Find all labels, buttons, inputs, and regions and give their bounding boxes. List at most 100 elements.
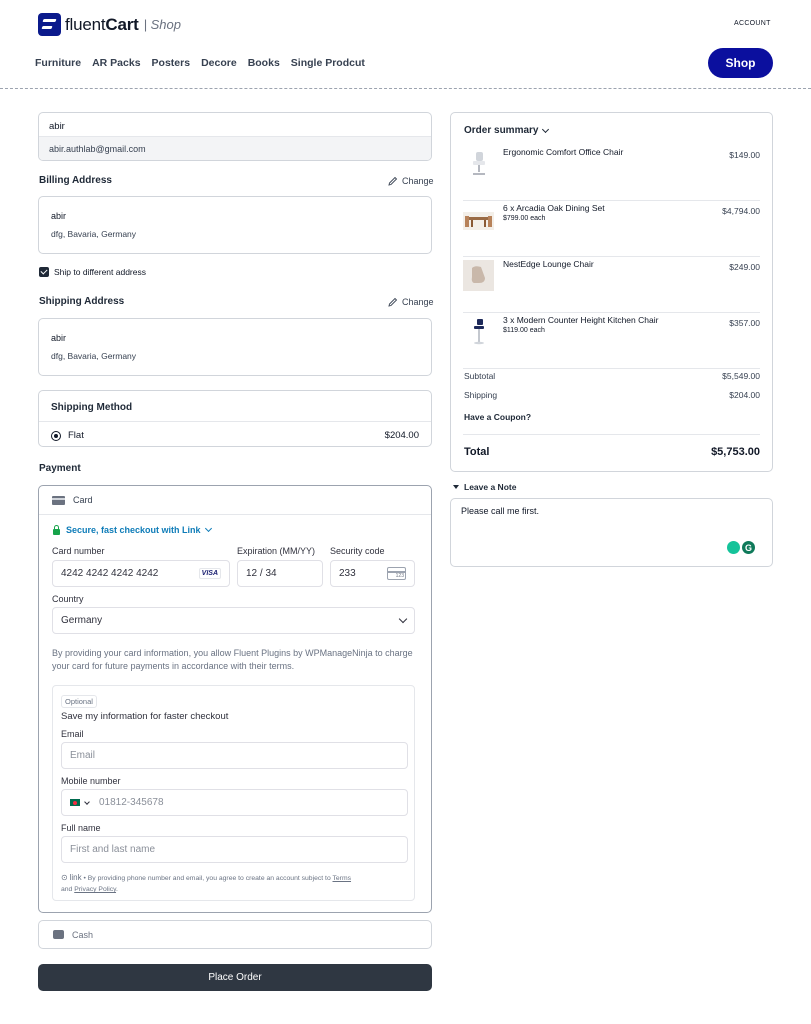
- coupon-link[interactable]: Have a Coupon?: [464, 412, 531, 422]
- chevron-down-icon: [542, 125, 550, 133]
- card-number-label: Card number: [52, 546, 105, 556]
- visa-icon: VISA: [198, 568, 221, 579]
- bangladesh-flag-icon[interactable]: [70, 799, 80, 806]
- billing-change-link[interactable]: Change: [388, 176, 434, 186]
- total-label: Total: [464, 446, 490, 458]
- security-code-input[interactable]: 233: [330, 560, 415, 587]
- chevron-down-icon: [204, 524, 212, 533]
- shipping-address-box[interactable]: abir dfg, Bavaria, Germany: [38, 318, 432, 376]
- subtotal-value: $5,549.00: [722, 371, 760, 381]
- lock-icon: [52, 525, 61, 535]
- item-name: 6 x Arcadia Oak Dining Set: [503, 203, 605, 213]
- country-label: Country: [52, 594, 84, 604]
- security-code-value: 233: [339, 568, 356, 579]
- link-footer-body: • By providing phone number and email, y…: [83, 875, 331, 882]
- shop-button[interactable]: Shop: [708, 48, 773, 78]
- link-email-label: Email: [61, 729, 84, 739]
- item-price: $357.00: [729, 318, 760, 328]
- full-name-label: Full name: [61, 823, 101, 833]
- summary-item: 3 x Modern Counter Height Kitchen Chair …: [463, 313, 760, 369]
- terms-link[interactable]: Terms: [333, 875, 352, 882]
- item-name: 3 x Modern Counter Height Kitchen Chair: [503, 315, 659, 325]
- shipping-label: Shipping: [464, 390, 498, 400]
- billing-title: Billing Address: [39, 175, 112, 186]
- summary-item: Ergonomic Comfort Office Chair $149.00: [463, 145, 760, 201]
- expiration-label: Expiration (MM/YY): [237, 546, 316, 556]
- lightbulb-icon[interactable]: [727, 541, 740, 554]
- link-email-input[interactable]: Email: [61, 742, 408, 769]
- main-nav: Furniture AR Packs Posters Decore Books …: [35, 57, 376, 69]
- ship-different-toggle[interactable]: Ship to different address: [39, 267, 146, 277]
- payment-tab-card[interactable]: Card: [52, 495, 93, 505]
- order-summary-title: Order summary: [464, 125, 539, 136]
- payment-tab-cash[interactable]: Cash: [38, 920, 432, 949]
- billing-address-box[interactable]: abir dfg, Bavaria, Germany: [38, 196, 432, 254]
- shipping-method-title: Shipping Method: [39, 391, 431, 422]
- order-summary: Order summary Ergonomic Comfort Office C…: [450, 112, 773, 472]
- grammarly-icon[interactable]: G: [742, 541, 755, 554]
- contact-email: abir.authlab@gmail.com: [39, 137, 431, 160]
- full-name-input[interactable]: First and last name: [61, 836, 408, 863]
- brand-name: fluentCart: [65, 14, 139, 34]
- nav-item-furniture[interactable]: Furniture: [35, 57, 81, 69]
- billing-change-label: Change: [402, 176, 434, 186]
- subtotal-row: Subtotal $5,549.00: [464, 371, 760, 381]
- link-checkout-label: Secure, fast checkout with Link: [66, 525, 201, 535]
- dining-set-icon: [463, 204, 494, 235]
- card-tab-label: Card: [73, 495, 93, 505]
- leave-note-toggle[interactable]: Leave a Note: [453, 482, 516, 492]
- contact-name[interactable]: abir: [39, 113, 431, 137]
- link-checkout-toggle[interactable]: Secure, fast checkout with Link: [52, 524, 212, 535]
- security-code-label: Security code: [330, 546, 385, 556]
- nav-item-decore[interactable]: Decore: [201, 57, 237, 69]
- shipping-change-link[interactable]: Change: [388, 297, 434, 307]
- place-order-button[interactable]: Place Order: [38, 964, 432, 991]
- payment-title: Payment: [39, 463, 81, 474]
- contact-info: abir abir.authlab@gmail.com: [38, 112, 432, 161]
- divider: [39, 514, 431, 515]
- ship-different-label: Ship to different address: [54, 267, 146, 277]
- nav-item-posters[interactable]: Posters: [152, 57, 191, 69]
- note-textarea[interactable]: Please call me first.: [450, 498, 773, 567]
- card-terms-text: By providing your card information, you …: [52, 648, 413, 671]
- nav-item-ar-packs[interactable]: AR Packs: [92, 57, 140, 69]
- mobile-number-placeholder: 01812-345678: [99, 797, 164, 808]
- link-email-placeholder: Email: [70, 750, 96, 761]
- link-logo-icon: ⊙: [61, 873, 68, 882]
- nav-item-single-product[interactable]: Single Prodcut: [291, 57, 365, 69]
- grammarly-widget[interactable]: G: [727, 541, 755, 554]
- expiration-input[interactable]: 12 / 34: [237, 560, 323, 587]
- brand-suffix: | Shop: [143, 17, 181, 32]
- shipping-address: dfg, Bavaria, Germany: [51, 351, 137, 361]
- shipping-name: abir: [51, 333, 67, 343]
- link-signup-box: Optional Save my information for faster …: [52, 685, 415, 901]
- item-price: $149.00: [729, 150, 760, 160]
- subtotal-label: Subtotal: [464, 371, 496, 381]
- shipping-change-label: Change: [402, 297, 434, 307]
- order-summary-toggle[interactable]: Order summary: [464, 125, 550, 136]
- nav-item-books[interactable]: Books: [248, 57, 280, 69]
- pencil-icon: [388, 176, 398, 186]
- shipping-option-radio[interactable]: [51, 430, 61, 441]
- brand-logo[interactable]: fluentCart | Shop: [38, 13, 181, 36]
- mobile-number-label: Mobile number: [61, 776, 121, 786]
- card-number-input[interactable]: 4242 4242 4242 4242 VISA: [52, 560, 230, 587]
- item-name: Ergonomic Comfort Office Chair: [503, 147, 624, 157]
- account-link[interactable]: ACCOUNT: [734, 20, 771, 27]
- privacy-policy-link[interactable]: Privacy Policy: [74, 886, 116, 893]
- summary-item: 6 x Arcadia Oak Dining Set $799.00 each …: [463, 201, 760, 257]
- bar-stool-icon: [463, 316, 494, 347]
- lounge-chair-icon: [463, 260, 494, 291]
- cvc-icon: [387, 567, 406, 580]
- wallet-icon: [53, 930, 64, 939]
- ship-different-checkbox[interactable]: [39, 267, 49, 277]
- full-name-placeholder: First and last name: [70, 844, 156, 855]
- country-value: Germany: [61, 615, 103, 626]
- card-number-value: 4242 4242 4242 4242: [61, 568, 159, 579]
- item-price: $4,794.00: [722, 206, 760, 216]
- shipping-option-label: Flat: [68, 430, 84, 441]
- optional-tag: Optional: [61, 695, 97, 708]
- shipping-option-flat[interactable]: Flat $204.00: [39, 422, 431, 441]
- mobile-number-input[interactable]: 01812-345678: [61, 789, 408, 816]
- country-select[interactable]: Germany: [52, 607, 415, 634]
